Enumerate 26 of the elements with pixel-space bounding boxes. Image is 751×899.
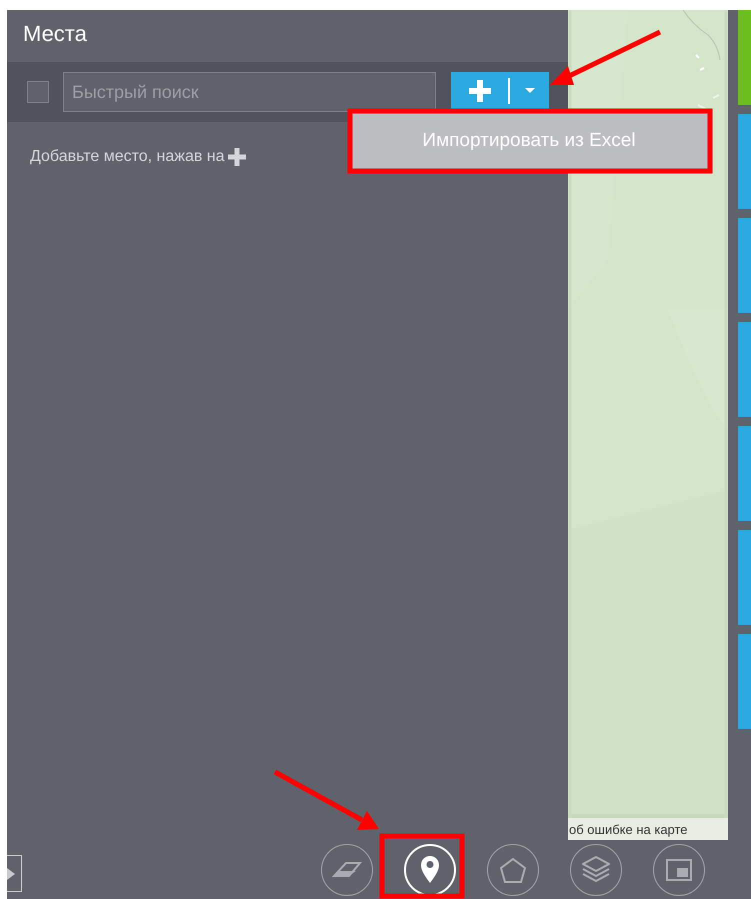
plus-icon xyxy=(228,148,246,166)
search-field[interactable]: Быстрый поиск xyxy=(63,72,436,112)
caret-icon xyxy=(524,88,534,93)
panel-toggle-button[interactable] xyxy=(7,855,22,892)
panel-title: Места xyxy=(22,20,88,48)
plus-icon xyxy=(468,80,490,102)
menu-item[interactable]: Импортировать из Excel xyxy=(350,112,708,170)
polygon-icon xyxy=(500,856,526,882)
side-tab[interactable] xyxy=(738,322,751,417)
tool-button[interactable] xyxy=(487,844,539,896)
pin-icon xyxy=(420,855,440,884)
side-tab[interactable] xyxy=(738,114,751,209)
side-tab[interactable] xyxy=(738,530,751,625)
tool-button[interactable] xyxy=(321,844,373,896)
map-attribution: об ошибке на карте xyxy=(568,818,728,840)
tool-button[interactable] xyxy=(570,844,622,896)
eraser-icon xyxy=(332,861,362,878)
side-tab[interactable] xyxy=(738,426,751,521)
window-icon xyxy=(666,858,692,880)
select-all-checkbox[interactable] xyxy=(27,81,49,103)
layers-icon xyxy=(582,856,610,883)
tool-button[interactable] xyxy=(653,844,705,896)
side-tab[interactable] xyxy=(738,10,751,105)
side-tab[interactable] xyxy=(738,218,751,313)
side-tab[interactable] xyxy=(738,634,751,729)
empty-hint: Добавьте место, нажав на xyxy=(30,148,225,166)
